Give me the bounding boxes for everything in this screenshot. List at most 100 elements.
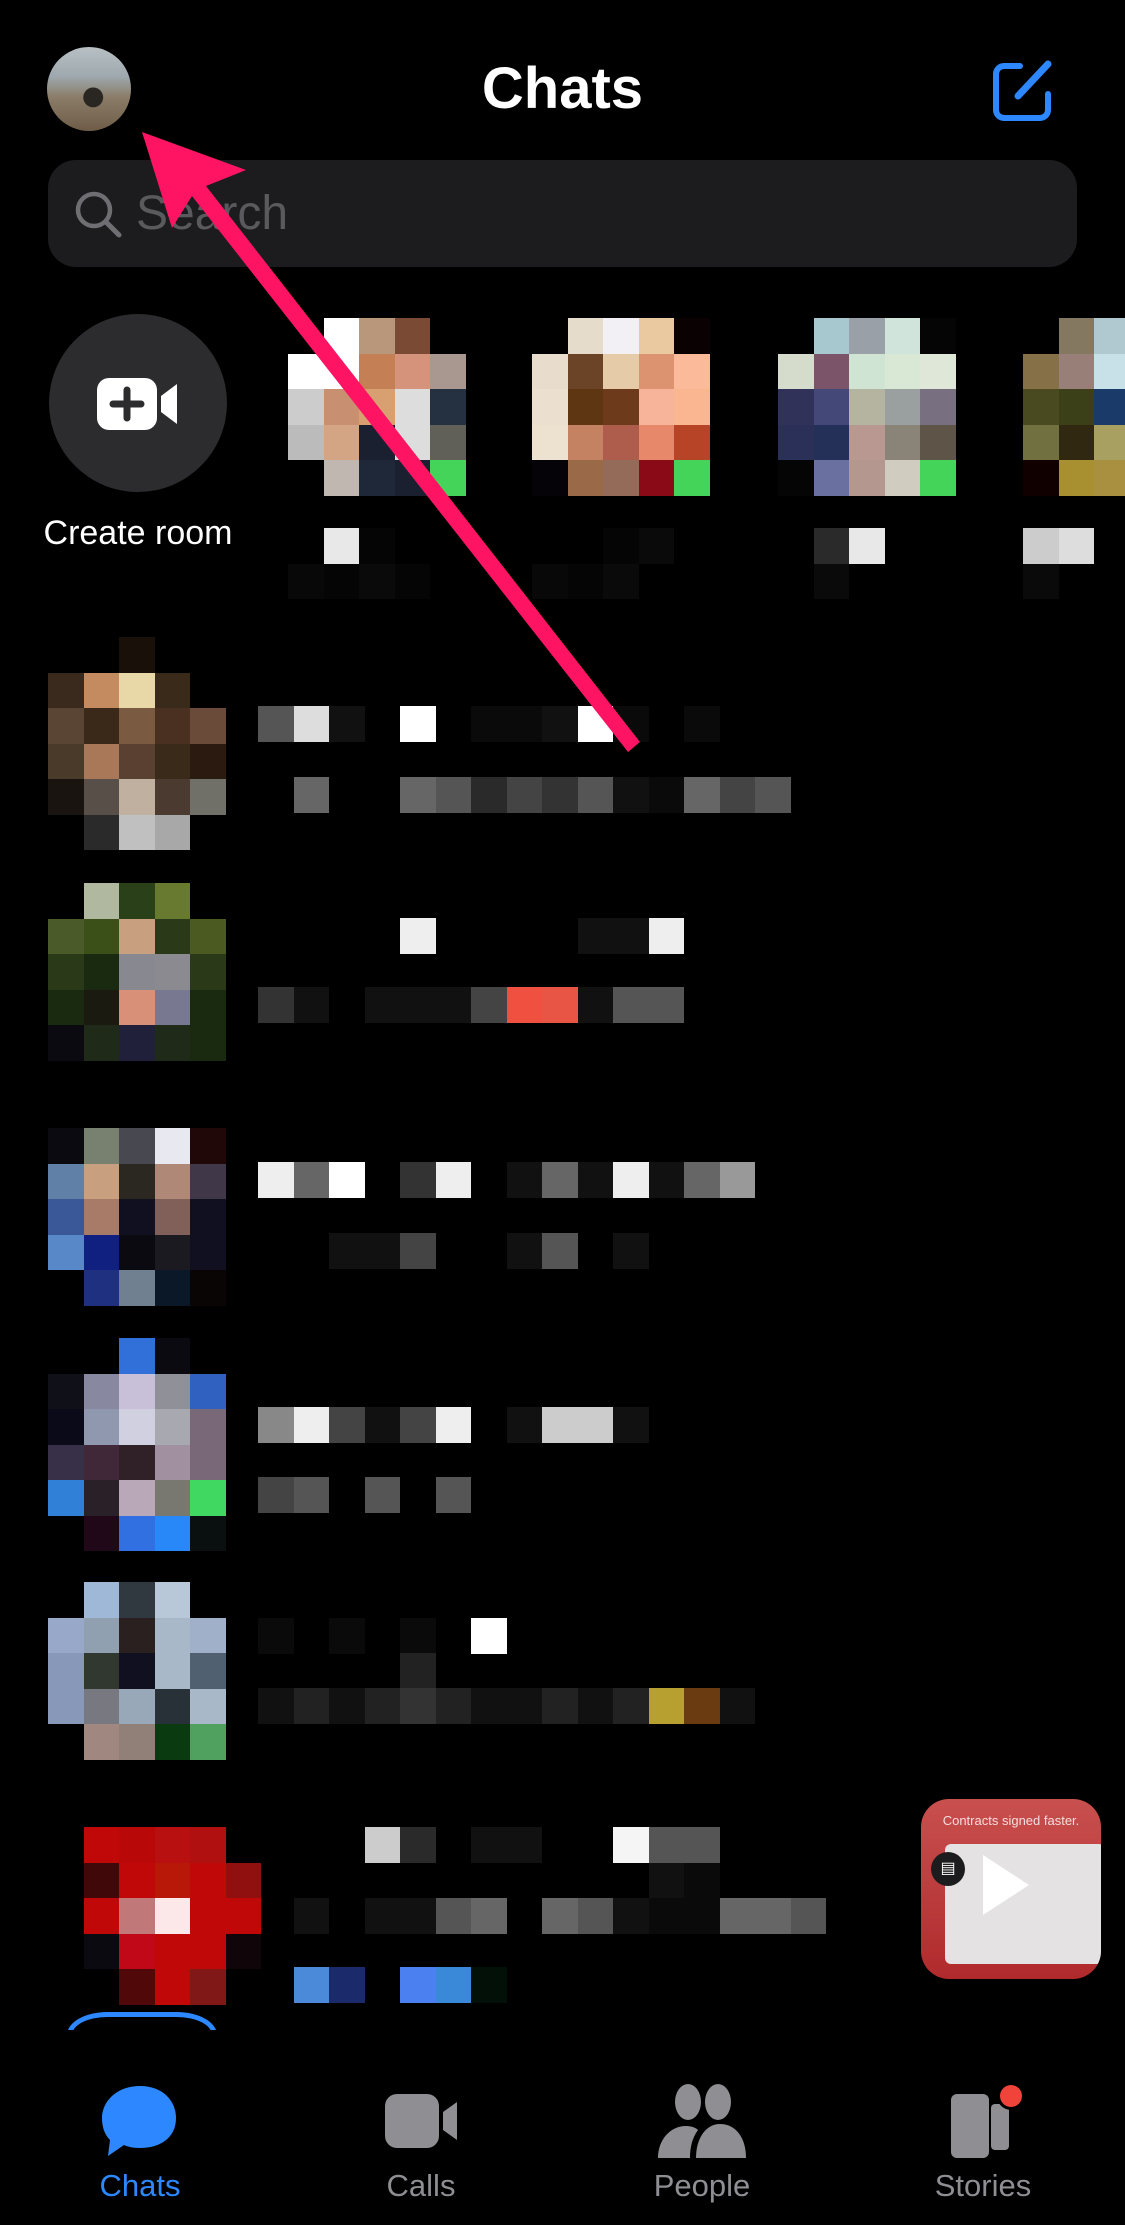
search-icon [75,191,122,238]
redacted-pixel [365,777,401,813]
redacted-pixel [329,1618,365,1654]
tab-people[interactable]: People [602,2030,802,2225]
chat-name[interactable] [258,1407,649,1443]
chat-message-preview[interactable] [258,987,684,1023]
chat-message-preview[interactable] [258,1233,649,1269]
redacted-pixel [1058,389,1094,425]
redacted-pixel [83,883,119,919]
story-avatar[interactable] [778,318,956,496]
create-room-button[interactable] [49,314,227,492]
redacted-pixel [684,1688,720,1724]
search-placeholder: Search [136,187,289,240]
chat-name[interactable] [258,1618,507,1654]
redacted-pixel [648,918,684,954]
search-input[interactable]: Search [48,160,1077,267]
redacted-pixel [258,1967,294,2003]
redacted-pixel [48,672,84,708]
chat-avatar[interactable] [48,1582,226,1760]
redacted-pixel [258,1162,294,1198]
redacted-pixel [48,1898,84,1934]
redacted-pixel [258,1653,294,1689]
redacted-pixel [365,1162,401,1198]
redacted-pixel [613,1827,649,1863]
story-avatar[interactable] [1023,318,1125,496]
redacted-pixel [364,1407,400,1443]
redacted-pixel [329,1162,365,1198]
redacted-pixel [119,814,155,850]
redacted-pixel [400,1863,436,1899]
redacted-pixel [471,1863,507,1899]
redacted-pixel [48,779,84,815]
chat-message-preview[interactable] [258,1477,471,1513]
chat-avatar[interactable] [48,1128,226,1306]
redacted-pixel [507,918,543,954]
chat-avatar[interactable] [48,637,226,850]
redacted-pixel [258,1407,294,1443]
story-avatar[interactable] [532,318,710,496]
tab-calls[interactable]: Calls [321,2030,521,2225]
story-avatar[interactable] [288,318,466,496]
redacted-pixel [288,563,324,599]
chat-avatar[interactable] [48,883,226,1061]
redacted-pixel [190,1617,226,1653]
redacted-pixel [294,1653,330,1689]
redacted-pixel [119,1515,155,1551]
chat-avatar[interactable] [48,1827,261,2005]
redacted-pixel [648,1688,684,1724]
chat-name[interactable] [258,918,684,954]
redacted-pixel [430,353,466,389]
redacted-pixel [920,528,956,564]
redacted-pixel [119,1724,155,1760]
redacted-pixel [48,1827,84,1863]
redacted-pixel [323,353,359,389]
redacted-pixel [1023,460,1059,496]
redacted-pixel [294,1618,330,1654]
redacted-pixel [155,637,191,673]
chat-name[interactable] [258,706,720,742]
redacted-pixel [684,1863,720,1899]
redacted-pixel [119,1234,155,1270]
redacted-pixel [1058,353,1094,389]
redacted-pixel [119,1827,155,1863]
chat-bubble-icon [102,2086,176,2156]
redacted-pixel [288,460,324,496]
redacted-pixel [119,1933,155,1969]
redacted-pixel [190,1128,226,1164]
redacted-pixel [83,1163,119,1199]
redacted-pixel [684,1898,720,1934]
redacted-pixel [119,883,155,919]
tab-stories[interactable]: Stories [883,2030,1083,2225]
redacted-pixel [83,1025,119,1061]
ad-video-thumbnail[interactable]: Contracts signed faster. ▤ [921,1799,1101,1979]
redacted-pixel [190,1862,226,1898]
redacted-pixel [83,1688,119,1724]
chat-message-preview[interactable] [258,1898,826,1934]
chat-message-preview[interactable] [258,1863,720,1899]
redacted-pixel [648,1162,684,1198]
redacted-pixel [920,564,956,600]
redacted-pixel [430,318,466,354]
redacted-pixel [506,1827,542,1863]
compose-button[interactable] [990,58,1056,124]
redacted-pixel [154,1338,190,1374]
chat-name[interactable] [258,1162,755,1198]
tab-chats[interactable]: Chats [40,2030,240,2225]
redacted-pixel [639,564,675,600]
chat-message-preview[interactable] [258,1653,436,1689]
redacted-pixel [813,389,849,425]
redacted-pixel [48,1688,84,1724]
redacted-pixel [1023,353,1059,389]
redacted-pixel [119,1444,155,1480]
ad-caption: Contracts signed faster. [942,1813,1080,1828]
play-icon[interactable] [983,1855,1029,1915]
chat-avatar[interactable] [48,1338,226,1551]
chat-name[interactable] [258,1827,720,1863]
redacted-pixel [849,318,885,354]
chat-message-preview[interactable] [258,1688,755,1724]
compose-icon [993,60,1052,121]
chat-message-preview[interactable] [258,777,791,813]
chat-message-preview[interactable] [258,1967,507,2003]
story-name [1023,528,1094,599]
redacted-pixel [885,528,921,564]
redacted-pixel [1058,528,1094,564]
